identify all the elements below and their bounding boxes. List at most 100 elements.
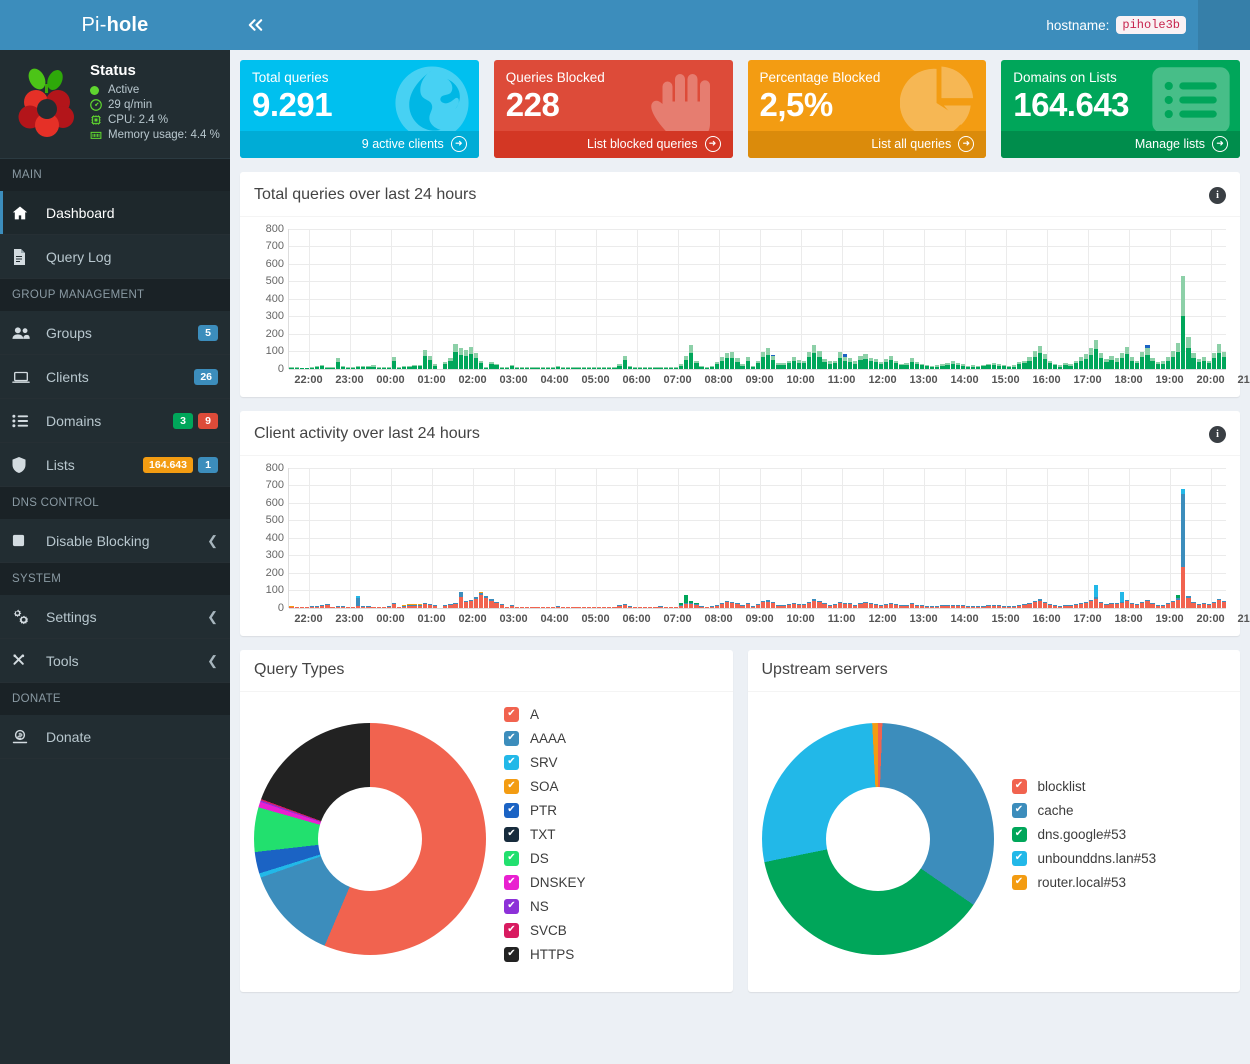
- stat-card-queries-blocked[interactable]: Queries Blocked 228 List blocked queries…: [494, 60, 733, 158]
- bar[interactable]: [1181, 276, 1185, 369]
- checkbox-icon[interactable]: ✔: [504, 707, 519, 722]
- bar[interactable]: [356, 596, 360, 608]
- bar[interactable]: [484, 596, 488, 607]
- bar[interactable]: [884, 359, 888, 368]
- bar[interactable]: [761, 352, 765, 369]
- stat-card-percentage-blocked[interactable]: Percentage Blocked 2,5% List all queries…: [748, 60, 987, 158]
- checkbox-icon[interactable]: ✔: [1012, 827, 1027, 842]
- stat-footer-total-queries[interactable]: 9 active clients ➜: [240, 131, 479, 158]
- bar[interactable]: [684, 595, 688, 608]
- info-icon-client-activity[interactable]: i: [1209, 426, 1226, 443]
- bar[interactable]: [464, 350, 468, 369]
- bar[interactable]: [474, 353, 478, 369]
- bar[interactable]: [1089, 600, 1093, 608]
- bar[interactable]: [1079, 357, 1083, 369]
- bar[interactable]: [479, 592, 483, 608]
- upstream-legend-item[interactable]: ✔router.local#53: [1012, 875, 1227, 890]
- bar[interactable]: [802, 361, 806, 369]
- bar[interactable]: [689, 601, 693, 608]
- bar[interactable]: [423, 350, 427, 368]
- query-type-legend-item[interactable]: ✔HTTPS: [504, 947, 719, 962]
- bar[interactable]: [1048, 361, 1052, 369]
- sidebar-item-lists[interactable]: Lists 164.643 1: [0, 443, 230, 487]
- bar[interactable]: [1161, 361, 1165, 368]
- query-type-legend-item[interactable]: ✔SOA: [504, 779, 719, 794]
- bar[interactable]: [392, 357, 396, 369]
- donut-chart-upstream-servers[interactable]: [762, 723, 994, 955]
- stat-footer-percentage-blocked[interactable]: List all queries ➜: [748, 131, 987, 158]
- upstream-legend-item[interactable]: ✔blocklist: [1012, 779, 1227, 794]
- query-type-legend-item[interactable]: ✔DNSKEY: [504, 875, 719, 890]
- bar[interactable]: [1033, 351, 1037, 368]
- query-type-legend-item[interactable]: ✔AAAA: [504, 731, 719, 746]
- upstream-legend-item[interactable]: ✔unbounddns.lan#53: [1012, 851, 1227, 866]
- sidebar-item-tools[interactable]: Tools ❮: [0, 639, 230, 683]
- bar[interactable]: [848, 358, 852, 369]
- bar[interactable]: [766, 600, 770, 607]
- bar[interactable]: [694, 361, 698, 369]
- checkbox-icon[interactable]: ✔: [504, 827, 519, 842]
- bar[interactable]: [833, 361, 837, 369]
- bar[interactable]: [1145, 600, 1149, 608]
- bar[interactable]: [684, 356, 688, 369]
- bar[interactable]: [1094, 340, 1098, 369]
- bar[interactable]: [822, 359, 826, 368]
- bar[interactable]: [1074, 361, 1078, 369]
- bar[interactable]: [735, 358, 739, 369]
- bar[interactable]: [1202, 357, 1206, 369]
- bar[interactable]: [1022, 361, 1026, 369]
- query-type-legend-item[interactable]: ✔DS: [504, 851, 719, 866]
- bar[interactable]: [1176, 595, 1180, 608]
- bar[interactable]: [771, 355, 775, 369]
- bar[interactable]: [1140, 352, 1144, 369]
- bar[interactable]: [863, 354, 867, 368]
- bar[interactable]: [1186, 596, 1190, 608]
- chart-total-queries[interactable]: 0100200300400500600700800: [254, 229, 1226, 369]
- bar[interactable]: [1176, 343, 1180, 368]
- bar[interactable]: [1038, 346, 1042, 369]
- bar[interactable]: [1197, 359, 1201, 369]
- bar[interactable]: [474, 597, 478, 607]
- bar[interactable]: [1109, 356, 1113, 369]
- query-type-legend-item[interactable]: ✔NS: [504, 899, 719, 914]
- bar[interactable]: [1089, 348, 1093, 369]
- bar[interactable]: [1120, 353, 1124, 368]
- bar[interactable]: [869, 358, 873, 369]
- checkbox-icon[interactable]: ✔: [1012, 875, 1027, 890]
- bar[interactable]: [689, 345, 693, 369]
- bar[interactable]: [1135, 361, 1139, 369]
- checkbox-icon[interactable]: ✔: [504, 851, 519, 866]
- bar[interactable]: [1217, 599, 1221, 608]
- stat-footer-queries-blocked[interactable]: List blocked queries ➜: [494, 131, 733, 158]
- bar[interactable]: [792, 357, 796, 369]
- checkbox-icon[interactable]: ✔: [1012, 803, 1027, 818]
- query-type-legend-item[interactable]: ✔TXT: [504, 827, 719, 842]
- bar[interactable]: [1186, 337, 1190, 369]
- sidebar-item-domains[interactable]: Domains 3 9: [0, 399, 230, 443]
- chart-client-activity[interactable]: 0100200300400500600700800: [254, 468, 1226, 608]
- bar[interactable]: [336, 358, 340, 368]
- sidebar-item-disable-blocking[interactable]: Disable Blocking ❮: [0, 519, 230, 563]
- bar[interactable]: [479, 361, 483, 369]
- bar[interactable]: [1094, 585, 1098, 608]
- sidebar-item-groups[interactable]: Groups 5: [0, 311, 230, 355]
- bar[interactable]: [1217, 344, 1221, 368]
- bar[interactable]: [459, 348, 463, 368]
- query-type-legend-item[interactable]: ✔SRV: [504, 755, 719, 770]
- bar[interactable]: [1150, 358, 1154, 369]
- sidebar-item-donate[interactable]: Donate: [0, 715, 230, 759]
- bar[interactable]: [787, 361, 791, 369]
- bar[interactable]: [828, 361, 832, 368]
- bar[interactable]: [817, 351, 821, 369]
- checkbox-icon[interactable]: ✔: [504, 899, 519, 914]
- upstream-legend-item[interactable]: ✔dns.google#53: [1012, 827, 1227, 842]
- bar[interactable]: [1181, 489, 1185, 608]
- bar[interactable]: [725, 353, 729, 368]
- bar[interactable]: [1130, 357, 1134, 369]
- bar[interactable]: [843, 354, 847, 368]
- checkbox-icon[interactable]: ✔: [504, 803, 519, 818]
- bar[interactable]: [730, 352, 734, 368]
- query-type-legend-item[interactable]: ✔SVCB: [504, 923, 719, 938]
- bar[interactable]: [448, 358, 452, 369]
- bar[interactable]: [489, 599, 493, 607]
